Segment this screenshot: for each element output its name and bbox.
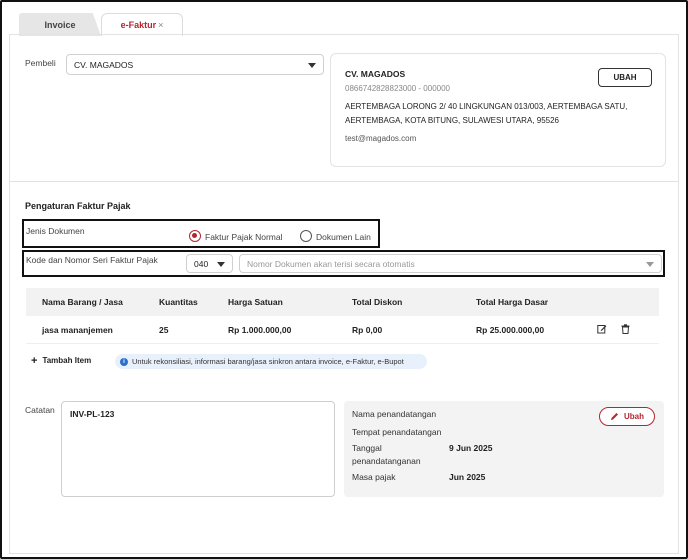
chevron-down-icon: [217, 261, 225, 267]
signer-place-label: Tempat penandatangan: [352, 427, 442, 437]
doc-type-label: Jenis Dokumen: [26, 226, 85, 236]
notes-value: INV-PL-123: [70, 409, 115, 419]
signature-panel: Nama penandatangan Tempat penandatangan …: [344, 401, 664, 497]
col-discount: Total Diskon: [352, 297, 403, 307]
signature-edit-button[interactable]: Ubah: [599, 407, 655, 426]
buyer-card: CV. MAGADOS 0866742828823000 - 000000 AE…: [330, 53, 666, 167]
add-item-label: Tambah Item: [42, 356, 92, 365]
trash-icon[interactable]: [621, 324, 630, 334]
plus-icon: +: [31, 354, 38, 367]
tax-period-value: Jun 2025: [449, 472, 486, 482]
radio-dokumen-lain[interactable]: [300, 230, 312, 242]
buyer-card-email: test@magados.com: [345, 134, 417, 143]
add-item-button[interactable]: + Tambah Item: [31, 354, 92, 367]
buyer-select[interactable]: CV. MAGADOS: [66, 54, 324, 75]
tab-invoice[interactable]: Invoice: [19, 13, 101, 36]
serial-label: Kode dan Nomor Seri Faktur Pajak: [26, 255, 158, 265]
buyer-card-tax-id: 0866742828823000 - 000000: [345, 84, 450, 93]
sign-date-value: 9 Jun 2025: [449, 443, 493, 453]
row-qty: 25: [159, 325, 169, 335]
close-icon[interactable]: ×: [158, 20, 163, 30]
edit-icon[interactable]: [597, 324, 607, 334]
notes-label: Catatan: [25, 405, 55, 415]
radio-dokumen-lain-label: Dokumen Lain: [316, 232, 371, 242]
row-total: Rp 25.000.000,00: [476, 325, 545, 335]
buyer-card-address-2: AERTEMBAGA, KOTA BITUNG, SULAWESI UTARA,…: [345, 116, 559, 125]
row-name: jasa mananjemen: [42, 325, 113, 335]
signature-edit-label: Ubah: [624, 412, 644, 421]
buyer-edit-button[interactable]: UBAH: [598, 68, 652, 87]
row-discount: Rp 0,00: [352, 325, 383, 335]
col-qty: Kuantitas: [159, 297, 198, 307]
serial-code-value: 040: [194, 258, 209, 269]
tax-settings-title: Pengaturan Faktur Pajak: [25, 201, 131, 211]
sign-date-label-2: penandatanganan: [352, 456, 421, 466]
chevron-down-icon: [646, 261, 654, 267]
col-name: Nama Barang / Jasa: [42, 297, 123, 307]
buyer-select-value: CV. MAGADOS: [74, 59, 134, 70]
notes-textarea[interactable]: INV-PL-123: [61, 401, 335, 497]
info-icon: i: [120, 357, 128, 366]
info-text: Untuk rekonsiliasi, informasi barang/jas…: [132, 357, 404, 366]
tab-bar: Invoice e-Faktur ×: [2, 2, 686, 36]
serial-code-select[interactable]: 040: [186, 254, 233, 273]
row-unit-price: Rp 1.000.000,00: [228, 325, 292, 335]
radio-faktur-normal-label: Faktur Pajak Normal: [205, 232, 283, 242]
pencil-icon: [611, 413, 618, 420]
radio-faktur-normal[interactable]: [189, 230, 201, 242]
buyer-card-address-1: AERTEMBAGA LORONG 2/ 40 LINGKUNGAN 013/0…: [345, 102, 628, 111]
buyer-edit-label: UBAH: [613, 73, 637, 82]
col-unit-price: Harga Satuan: [228, 297, 283, 307]
serial-number-field[interactable]: Nomor Dokumen akan terisi secara otomati…: [239, 254, 662, 273]
tab-invoice-label: Invoice: [44, 19, 76, 30]
items-table-header: Nama Barang / Jasa Kuantitas Harga Satua…: [26, 288, 659, 316]
serial-number-placeholder: Nomor Dokumen akan terisi secara otomati…: [247, 258, 415, 269]
signer-name-label: Nama penandatangan: [352, 409, 437, 419]
buyer-card-name: CV. MAGADOS: [345, 69, 406, 79]
tax-period-label: Masa pajak: [352, 472, 396, 482]
tab-efaktur-label: e-Faktur: [120, 20, 157, 30]
info-banner: i Untuk rekonsiliasi, informasi barang/j…: [115, 354, 427, 369]
chevron-down-icon: [308, 62, 316, 68]
section-divider: [10, 181, 678, 182]
col-total: Total Harga Dasar: [476, 297, 549, 307]
row-divider: [26, 343, 659, 344]
buyer-label: Pembeli: [25, 58, 56, 68]
sign-date-label-1: Tanggal: [352, 443, 382, 453]
tab-efaktur[interactable]: e-Faktur ×: [101, 13, 183, 36]
